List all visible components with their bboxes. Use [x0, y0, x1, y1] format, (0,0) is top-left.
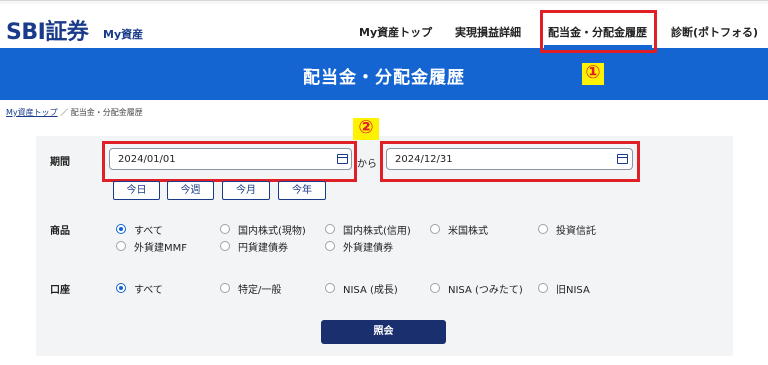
product-radio-domestic-cash[interactable] [220, 224, 230, 234]
account-option-nisa-tsumitate: NISA (つみたて) [448, 285, 523, 296]
account-option-nisa-growth: NISA (成長) [343, 285, 398, 296]
breadcrumb-home-link[interactable]: My資産トップ [6, 108, 58, 117]
account-radio-nisa-tsumitate[interactable] [430, 283, 440, 293]
this-week-button[interactable]: 今週 [167, 181, 214, 200]
product-option-investment-trust: 投資信託 [556, 226, 596, 237]
breadcrumb-current: 配当金・分配金履歴 [70, 108, 143, 117]
annotation-box-2 [102, 141, 357, 182]
annotation-box-2b [380, 141, 640, 182]
annotation-marker-1: ① [582, 63, 604, 85]
breadcrumb-separator: ／ [60, 108, 69, 117]
product-radio-foreign-mmf[interactable] [116, 241, 126, 251]
my-assets-label: My資産 [103, 28, 144, 41]
sbi-logo[interactable]: SBI証券 [6, 14, 89, 46]
this-month-button[interactable]: 今月 [222, 181, 270, 200]
nav-realized-pl[interactable]: 実現損益詳細 [455, 24, 521, 40]
product-option-domestic-margin: 国内株式(信用) [343, 226, 411, 237]
page-title: 配当金・分配金履歴 [303, 68, 465, 88]
this-year-button[interactable]: 今年 [278, 181, 326, 200]
product-radio-domestic-margin[interactable] [325, 224, 335, 234]
product-option-all: すべて [134, 226, 163, 237]
product-option-domestic-cash: 国内株式(現物) [238, 226, 306, 237]
breadcrumb: My資産トップ ／ 配当金・分配金履歴 [6, 107, 143, 118]
product-option-yen-bond: 円貨建債券 [238, 243, 288, 254]
annotation-marker-2: ② [353, 118, 379, 140]
today-button[interactable]: 今日 [113, 181, 160, 200]
inquiry-button[interactable]: 照会 [321, 320, 446, 344]
product-radio-yen-bond[interactable] [220, 241, 230, 251]
product-radio-investment-trust[interactable] [538, 224, 548, 234]
page-banner: 配当金・分配金履歴 [0, 48, 768, 100]
account-option-old-nisa: 旧NISA [556, 285, 590, 296]
account-label: 口座 [50, 285, 70, 296]
product-option-foreign-mmf: 外貨建MMF [134, 243, 188, 254]
account-radio-old-nisa[interactable] [538, 283, 548, 293]
nav-my-assets-top[interactable]: My資産トップ [359, 24, 432, 40]
period-connector: から [357, 159, 377, 170]
period-label: 期間 [50, 157, 70, 168]
account-radio-specific[interactable] [220, 283, 230, 293]
product-radio-us-stock[interactable] [430, 224, 440, 234]
account-radio-nisa-growth[interactable] [325, 283, 335, 293]
product-option-foreign-bond: 外貨建債券 [343, 243, 393, 254]
account-option-specific: 特定/一般 [238, 285, 282, 296]
product-radio-all[interactable] [116, 224, 126, 234]
product-option-us-stock: 米国株式 [448, 226, 488, 237]
product-label: 商品 [50, 226, 70, 237]
account-option-all: すべて [134, 285, 163, 296]
nav-diagnosis[interactable]: 診断(ポトフォる) [671, 24, 758, 40]
product-radio-foreign-bond[interactable] [325, 241, 335, 251]
account-radio-all[interactable] [116, 283, 126, 293]
annotation-box-1 [540, 10, 657, 53]
